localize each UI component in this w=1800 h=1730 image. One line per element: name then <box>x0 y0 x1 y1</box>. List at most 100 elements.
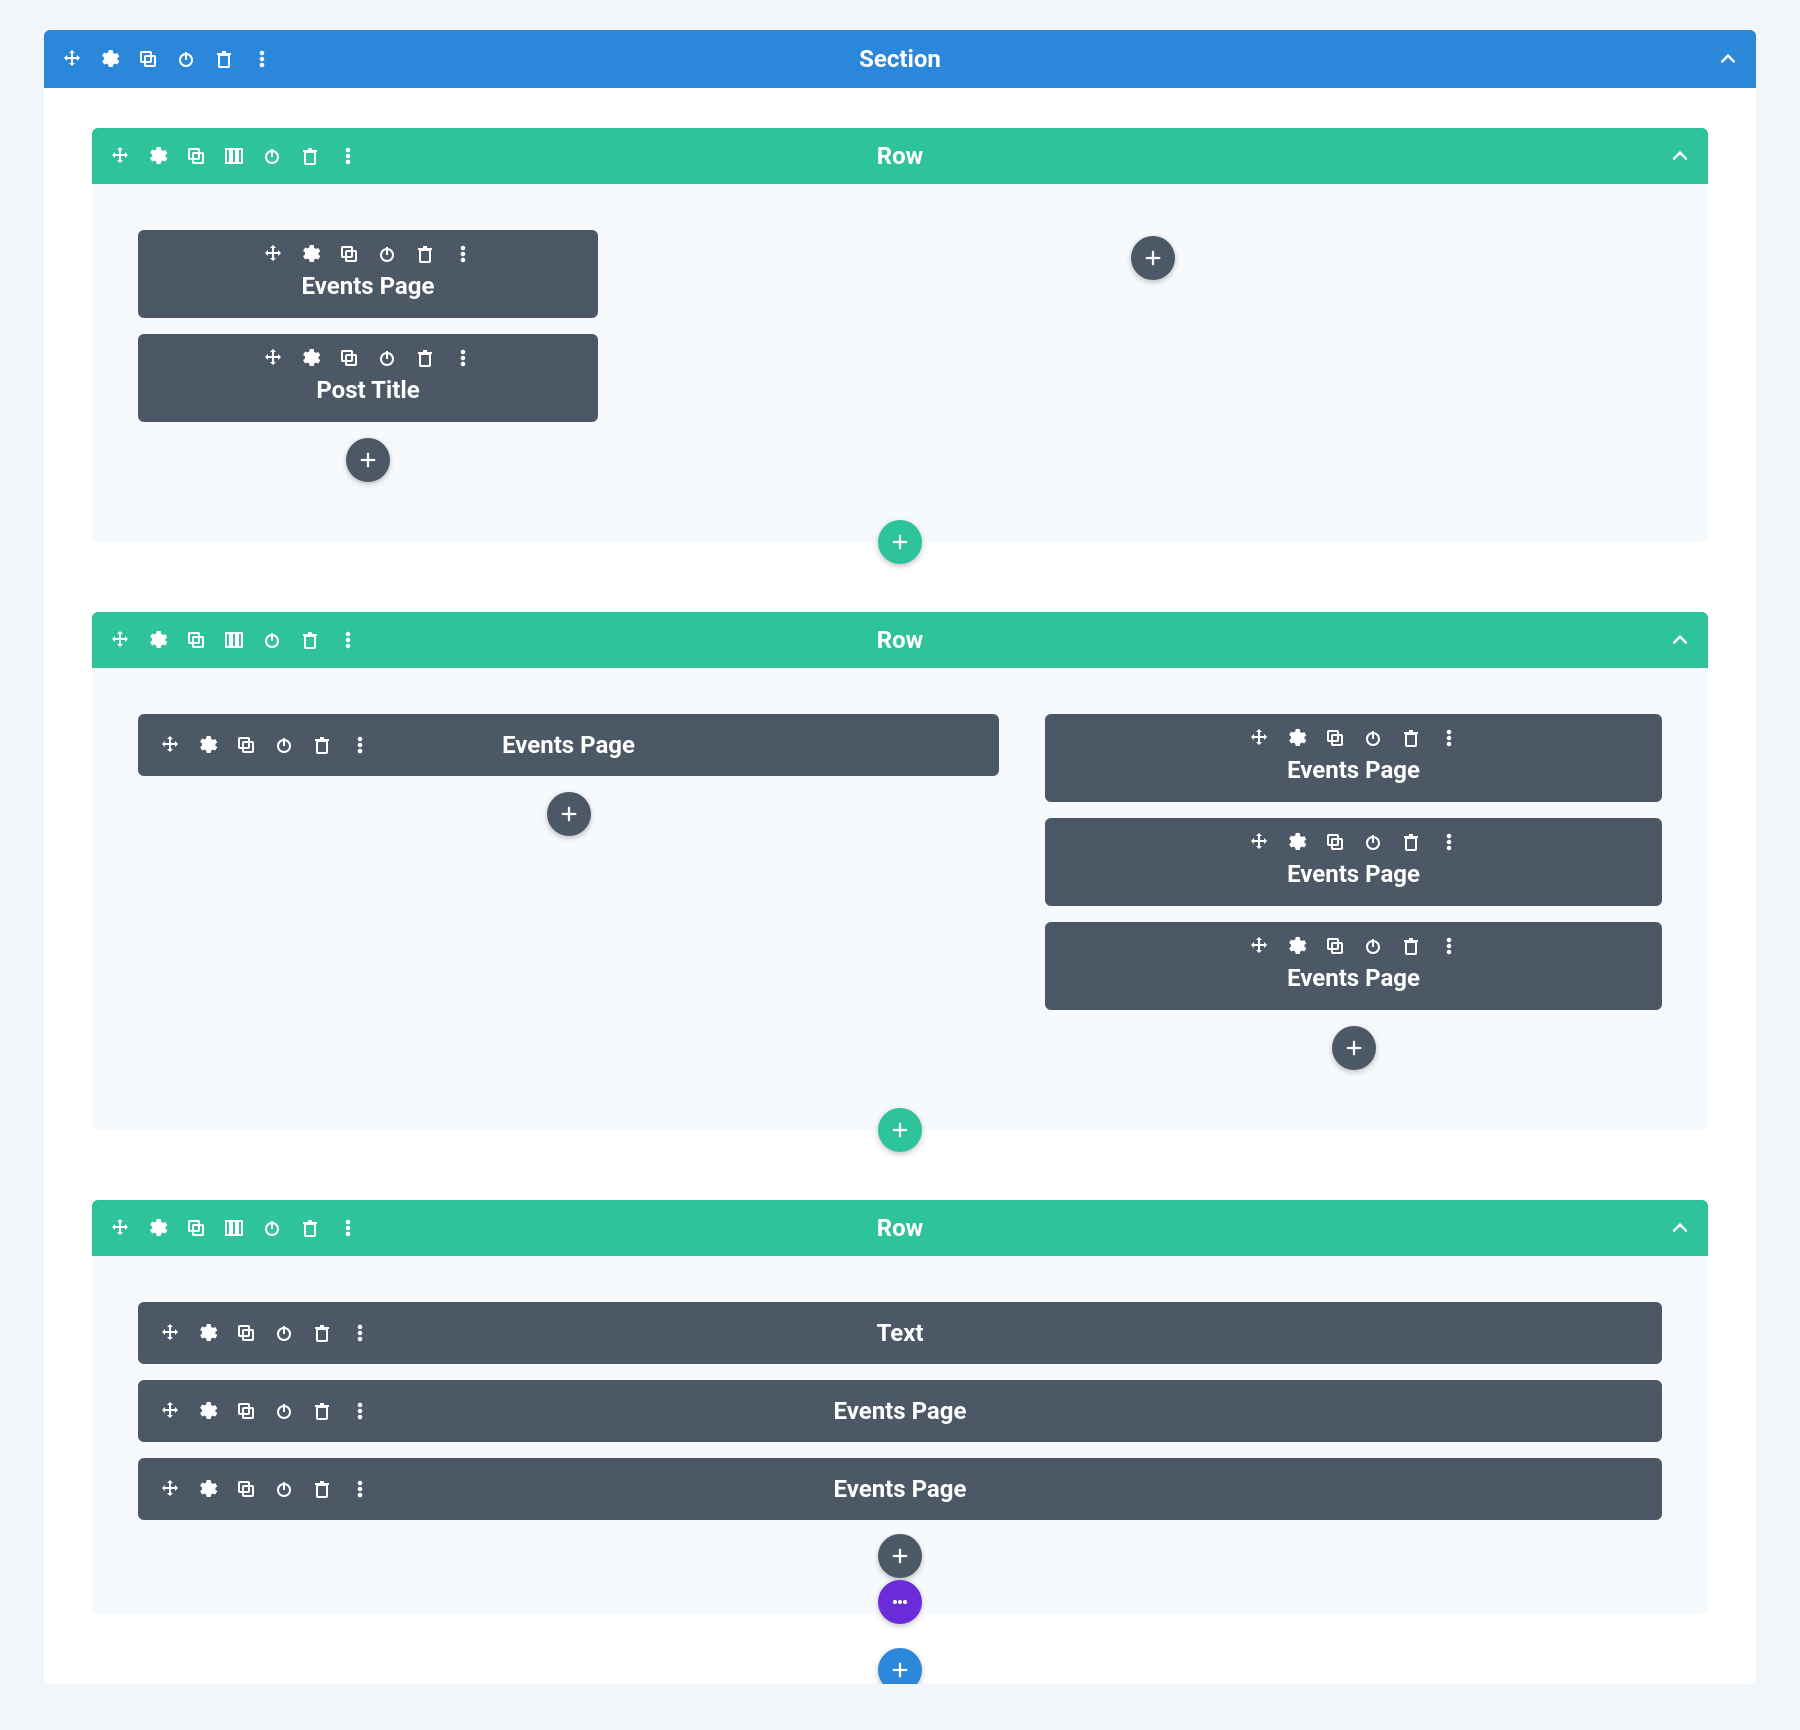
trash-icon[interactable] <box>214 49 234 69</box>
add-row-button[interactable] <box>878 1108 922 1152</box>
duplicate-icon[interactable] <box>186 630 206 650</box>
add-module-button[interactable] <box>346 438 390 482</box>
trash-icon[interactable] <box>300 1218 320 1238</box>
trash-icon[interactable] <box>312 1479 332 1499</box>
trash-icon[interactable] <box>300 630 320 650</box>
gear-icon[interactable] <box>198 735 218 755</box>
gear-icon[interactable] <box>1287 728 1307 748</box>
move-icon[interactable] <box>160 1479 180 1499</box>
collapse-icon[interactable] <box>1670 1218 1690 1238</box>
trash-icon[interactable] <box>312 735 332 755</box>
module[interactable]: Events Page <box>138 230 598 318</box>
duplicate-icon[interactable] <box>1325 832 1345 852</box>
duplicate-icon[interactable] <box>186 146 206 166</box>
duplicate-icon[interactable] <box>236 735 256 755</box>
trash-icon[interactable] <box>415 348 435 368</box>
duplicate-icon[interactable] <box>236 1479 256 1499</box>
collapse-icon[interactable] <box>1670 146 1690 166</box>
power-icon[interactable] <box>1363 936 1383 956</box>
duplicate-icon[interactable] <box>339 348 359 368</box>
module[interactable]: Post Title <box>138 334 598 422</box>
trash-icon[interactable] <box>1401 832 1421 852</box>
duplicate-icon[interactable] <box>1325 936 1345 956</box>
power-icon[interactable] <box>274 1479 294 1499</box>
add-module-button[interactable] <box>1332 1026 1376 1070</box>
move-icon[interactable] <box>62 49 82 69</box>
move-icon[interactable] <box>1249 728 1269 748</box>
power-icon[interactable] <box>274 1323 294 1343</box>
gear-icon[interactable] <box>198 1479 218 1499</box>
trash-icon[interactable] <box>312 1401 332 1421</box>
gear-icon[interactable] <box>100 49 120 69</box>
duplicate-icon[interactable] <box>236 1401 256 1421</box>
power-icon[interactable] <box>262 630 282 650</box>
power-icon[interactable] <box>274 735 294 755</box>
power-icon[interactable] <box>377 348 397 368</box>
module[interactable]: Events Page <box>1045 714 1662 802</box>
trash-icon[interactable] <box>1401 728 1421 748</box>
add-section-button[interactable] <box>878 1648 922 1684</box>
columns-icon[interactable] <box>224 1218 244 1238</box>
move-icon[interactable] <box>160 735 180 755</box>
collapse-icon[interactable] <box>1718 49 1738 69</box>
more-icon[interactable] <box>252 49 272 69</box>
add-module-button[interactable] <box>878 1534 922 1578</box>
module[interactable]: Events Page <box>1045 922 1662 1010</box>
duplicate-icon[interactable] <box>138 49 158 69</box>
module[interactable]: Text <box>138 1302 1662 1364</box>
more-icon[interactable] <box>1439 728 1459 748</box>
more-options-button[interactable] <box>878 1580 922 1624</box>
power-icon[interactable] <box>262 1218 282 1238</box>
gear-icon[interactable] <box>1287 832 1307 852</box>
power-icon[interactable] <box>176 49 196 69</box>
power-icon[interactable] <box>262 146 282 166</box>
gear-icon[interactable] <box>198 1401 218 1421</box>
move-icon[interactable] <box>263 348 283 368</box>
more-icon[interactable] <box>453 348 473 368</box>
move-icon[interactable] <box>160 1401 180 1421</box>
trash-icon[interactable] <box>1401 936 1421 956</box>
module[interactable]: Events Page <box>1045 818 1662 906</box>
add-module-button[interactable] <box>547 792 591 836</box>
duplicate-icon[interactable] <box>339 244 359 264</box>
more-icon[interactable] <box>338 1218 358 1238</box>
more-icon[interactable] <box>1439 936 1459 956</box>
collapse-icon[interactable] <box>1670 630 1690 650</box>
gear-icon[interactable] <box>301 348 321 368</box>
duplicate-icon[interactable] <box>1325 728 1345 748</box>
gear-icon[interactable] <box>148 146 168 166</box>
more-icon[interactable] <box>453 244 473 264</box>
move-icon[interactable] <box>110 1218 130 1238</box>
gear-icon[interactable] <box>148 630 168 650</box>
gear-icon[interactable] <box>1287 936 1307 956</box>
more-icon[interactable] <box>338 146 358 166</box>
move-icon[interactable] <box>110 630 130 650</box>
move-icon[interactable] <box>160 1323 180 1343</box>
duplicate-icon[interactable] <box>186 1218 206 1238</box>
move-icon[interactable] <box>110 146 130 166</box>
more-icon[interactable] <box>350 735 370 755</box>
more-icon[interactable] <box>350 1323 370 1343</box>
module[interactable]: Events Page <box>138 714 999 776</box>
gear-icon[interactable] <box>198 1323 218 1343</box>
more-icon[interactable] <box>338 630 358 650</box>
power-icon[interactable] <box>1363 728 1383 748</box>
trash-icon[interactable] <box>300 146 320 166</box>
move-icon[interactable] <box>263 244 283 264</box>
more-icon[interactable] <box>350 1479 370 1499</box>
more-icon[interactable] <box>350 1401 370 1421</box>
module[interactable]: Events Page <box>138 1458 1662 1520</box>
power-icon[interactable] <box>274 1401 294 1421</box>
module[interactable]: Events Page <box>138 1380 1662 1442</box>
move-icon[interactable] <box>1249 936 1269 956</box>
gear-icon[interactable] <box>301 244 321 264</box>
gear-icon[interactable] <box>148 1218 168 1238</box>
move-icon[interactable] <box>1249 832 1269 852</box>
add-module-button[interactable] <box>1131 236 1175 280</box>
columns-icon[interactable] <box>224 146 244 166</box>
power-icon[interactable] <box>377 244 397 264</box>
duplicate-icon[interactable] <box>236 1323 256 1343</box>
trash-icon[interactable] <box>312 1323 332 1343</box>
more-icon[interactable] <box>1439 832 1459 852</box>
columns-icon[interactable] <box>224 630 244 650</box>
